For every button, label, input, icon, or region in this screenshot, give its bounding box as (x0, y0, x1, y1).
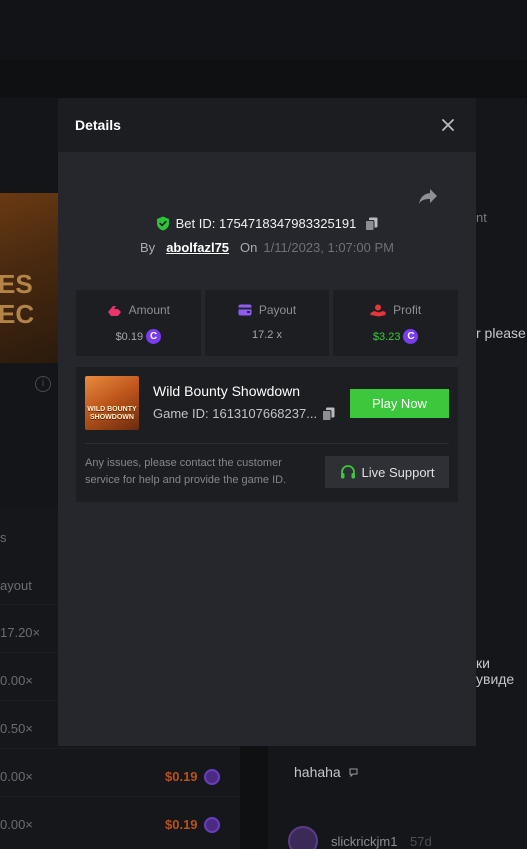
amount: $0.19 (165, 769, 198, 784)
chat-snippet: r please (476, 325, 526, 341)
multiplier: 0.00× (0, 673, 33, 688)
divider (85, 443, 449, 444)
currency-icon (204, 769, 220, 785)
game-thumbnail-title: WILD BOUNTY SHOWDOWN (87, 406, 137, 421)
multiplier: 0.00× (0, 817, 33, 832)
game-thumbnail[interactable]: WILD BOUNTY SHOWDOWN (85, 376, 139, 430)
live-support-button[interactable]: Live Support (325, 456, 449, 488)
table-row[interactable]: 0.00× $0.19 (0, 796, 240, 844)
multiplier: 0.00× (0, 769, 33, 784)
avatar[interactable] (288, 826, 318, 849)
bet-meta-line: By abolfazl75 On 1/11/2023, 1:07:00 PM (58, 240, 476, 255)
copy-icon[interactable] (365, 217, 378, 231)
close-button[interactable] (438, 115, 458, 135)
share-icon (419, 189, 437, 204)
stat-payout: Payout 17.2 x (204, 290, 330, 356)
stat-value: $3.23 (372, 330, 401, 343)
modal-header: Details (58, 98, 476, 152)
chat-snippet: nt (476, 210, 487, 225)
copy-icon[interactable] (322, 407, 335, 421)
stat-amount: Amount $0.19 C (76, 290, 201, 356)
wallet-icon (238, 304, 252, 316)
game-card: WILD BOUNTY SHOWDOWN Wild Bounty Showdow… (76, 367, 458, 502)
close-icon (442, 119, 454, 131)
chat-message: hahaha (294, 764, 360, 780)
verified-shield-icon (156, 216, 169, 231)
profit-icon (370, 304, 386, 316)
chat-snippet: ки увиде (476, 655, 515, 687)
bet-id: Bet ID: 1754718347983325191 (175, 216, 357, 231)
modal-title: Details (75, 117, 121, 133)
live-support-label: Live Support (361, 464, 435, 480)
details-modal: Details Bet ID: 1754718347983325191 By a… (58, 98, 476, 746)
stat-label: Amount (128, 303, 171, 317)
stat-value: $0.19 (115, 330, 144, 343)
on-label: On (240, 240, 258, 255)
support-text: Any issues, please contact the customer … (85, 457, 287, 486)
top-bar (0, 0, 527, 60)
chat-username[interactable]: slickrickjm1 (331, 834, 397, 849)
bet-id-line: Bet ID: 1754718347983325191 (58, 216, 476, 231)
share-button[interactable] (418, 188, 440, 208)
amount: $0.19 (165, 817, 198, 832)
payout-header: ayout (0, 578, 32, 593)
game-name: Wild Bounty Showdown (153, 383, 301, 399)
play-now-button[interactable]: Play Now (350, 389, 449, 418)
chat-time: 57d (410, 834, 432, 849)
stat-value: 17.2 x (252, 329, 282, 341)
game-id: Game ID: 1613107668237... (153, 406, 318, 421)
username-link[interactable]: abolfazl75 (166, 240, 229, 255)
background-game-thumbnail[interactable]: ES EC (0, 193, 58, 363)
list-label: s (0, 530, 7, 545)
bet-date: 1/11/2023, 1:07:00 PM (263, 240, 394, 255)
stat-label: Payout (258, 303, 297, 317)
by-label: By (140, 240, 156, 255)
multiplier: 0.50× (0, 721, 33, 736)
stat-profit: Profit $3.23 C (333, 290, 459, 356)
amount-icon (107, 305, 121, 316)
bet-stats: Amount $0.19 C Payout 17.2 x Profit $3.2… (76, 290, 459, 356)
currency-icon: C (146, 329, 162, 344)
table-row[interactable]: 0.00× $0.19 (0, 748, 240, 796)
multiplier: 17.20× (0, 625, 41, 640)
headset-icon (340, 464, 355, 478)
reply-icon[interactable] (348, 766, 360, 778)
game-id-row: Game ID: 1613107668237... (153, 406, 335, 421)
currency-icon: C (403, 329, 419, 344)
stat-label: Profit (393, 303, 422, 317)
currency-icon (204, 817, 220, 833)
info-icon[interactable]: i (35, 376, 51, 392)
